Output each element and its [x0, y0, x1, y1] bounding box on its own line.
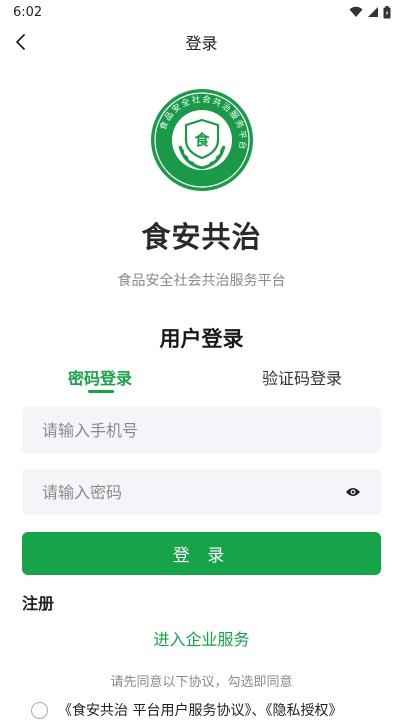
svg-text:食: 食: [194, 131, 210, 149]
app-subtitle: 食品安全社会共治服务平台: [117, 273, 286, 289]
user-service-agreement-link[interactable]: 《食安共治 平台用户服务协议》: [58, 703, 251, 719]
password-field-container: [22, 469, 381, 515]
phone-field-container: [22, 407, 381, 453]
wifi-icon: [349, 6, 363, 17]
agreement-hint: 请先同意以下协议，勾选即同意: [110, 675, 293, 690]
login-button[interactable]: 登 录: [22, 532, 381, 575]
password-input[interactable]: [40, 481, 343, 503]
logo-seal-icon: 食品安全社会共治服务平台 食: [151, 89, 253, 191]
login-heading: 用户登录: [159, 327, 244, 351]
active-tab-indicator: [88, 390, 114, 393]
privacy-authorization-link[interactable]: 《隐私授权》: [265, 703, 342, 719]
register-link[interactable]: 注册: [22, 590, 54, 614]
status-icons: [349, 5, 391, 19]
chevron-left-icon: [16, 34, 25, 50]
eye-icon: [346, 488, 360, 496]
status-bar: 6:02: [0, 0, 403, 24]
enterprise-service-link[interactable]: 进入企业服务: [0, 626, 403, 650]
signal-icon: [368, 7, 378, 17]
app-logo: 食品安全社会共治服务平台 食: [150, 88, 254, 192]
nav-bar: 登录: [0, 24, 403, 60]
agreement-text: 《食安共治 平台用户服务协议》、《隐私授权》: [58, 700, 342, 720]
tab-password-login[interactable]: 密码登录: [68, 365, 132, 389]
back-button[interactable]: [6, 27, 36, 57]
toggle-password-visibility-button[interactable]: [343, 482, 363, 502]
tab-code-login[interactable]: 验证码登录: [262, 365, 342, 389]
status-time: 6:02: [13, 4, 43, 20]
login-tabs: 密码登录 验证码登录: [0, 365, 403, 395]
phone-input[interactable]: [40, 419, 363, 441]
app-name: 食安共治: [141, 220, 262, 254]
battery-icon: [383, 5, 391, 18]
page-title: 登录: [185, 34, 218, 53]
agreement-row: 《食安共治 平台用户服务协议》、《隐私授权》: [31, 700, 391, 720]
agreement-separator: 、: [251, 703, 266, 719]
